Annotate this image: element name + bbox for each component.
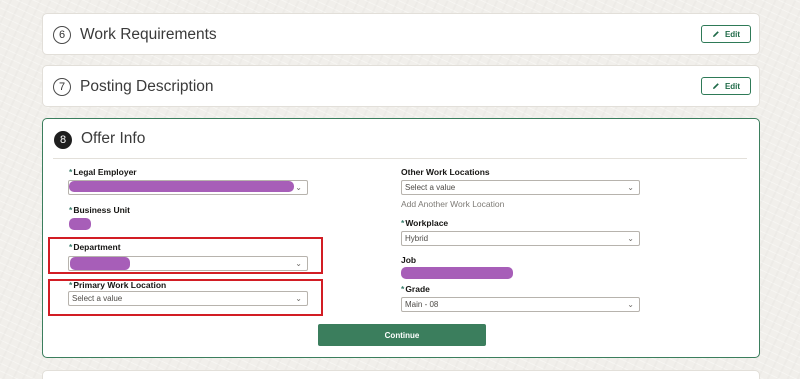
primary-work-location-label: *Primary Work Location [69, 280, 167, 290]
redacted-department [70, 257, 130, 270]
chevron-down-icon: ⌄ [295, 259, 302, 268]
other-work-locations-value: Select a value [405, 183, 456, 192]
chevron-down-icon: ⌄ [627, 234, 634, 243]
edit-label: Edit [724, 81, 741, 91]
pencil-icon [712, 31, 719, 37]
section-posting-description: 7 Posting Description Edit [42, 65, 760, 107]
other-work-locations-label: Other Work Locations [401, 167, 490, 177]
next-section [42, 370, 760, 379]
step-number: 7 [53, 78, 71, 96]
primary-work-location-value: Select a value [72, 294, 123, 303]
chevron-down-icon: ⌄ [627, 300, 634, 309]
redacted-business-unit [69, 218, 91, 230]
section-title: Offer Info [81, 130, 146, 147]
continue-button[interactable]: Continue [318, 324, 486, 346]
step-number: 8 [54, 131, 72, 149]
chevron-down-icon: ⌄ [295, 294, 302, 303]
redacted-legal-employer [69, 181, 294, 192]
job-label: Job [401, 255, 417, 265]
business-unit-label: *Business Unit [69, 205, 130, 215]
section-work-requirements: 6 Work Requirements Edit [42, 13, 760, 55]
workplace-label: *Workplace [401, 218, 449, 228]
section-divider [53, 158, 747, 159]
chevron-down-icon: ⌄ [295, 183, 302, 192]
add-work-location-link[interactable]: Add Another Work Location [401, 199, 504, 209]
step-number: 6 [53, 26, 71, 44]
grade-label: *Grade [401, 284, 430, 294]
section-offer-info: 8 Offer Info *Legal Employer ⌄ *Business… [42, 118, 760, 358]
grade-value: Main - 08 [405, 300, 439, 309]
department-label: *Department [69, 242, 121, 252]
pencil-icon [712, 83, 719, 89]
chevron-down-icon: ⌄ [627, 183, 634, 192]
redacted-job [401, 267, 513, 279]
grade-select[interactable]: Main - 08 ⌄ [401, 297, 640, 312]
other-work-locations-select[interactable]: Select a value ⌄ [401, 180, 640, 195]
primary-work-location-select[interactable]: Select a value ⌄ [68, 291, 308, 306]
edit-button[interactable]: Edit [701, 77, 751, 95]
section-title: Posting Description [80, 78, 214, 95]
workplace-value: Hybrid [405, 234, 429, 243]
section-title: Work Requirements [80, 26, 217, 43]
workplace-select[interactable]: Hybrid ⌄ [401, 231, 640, 246]
legal-employer-label: *Legal Employer [69, 167, 137, 177]
edit-label: Edit [724, 29, 741, 39]
edit-button[interactable]: Edit [701, 25, 751, 43]
